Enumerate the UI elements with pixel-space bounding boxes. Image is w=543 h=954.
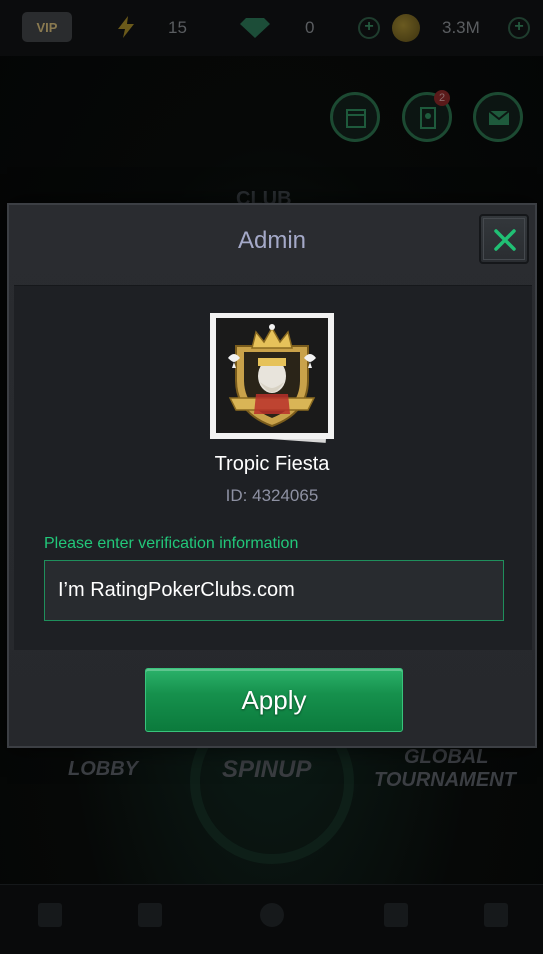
- close-button[interactable]: [479, 214, 529, 264]
- stats-nav-item[interactable]: [376, 897, 416, 937]
- bottom-nav: [0, 884, 543, 954]
- apply-button[interactable]: Apply: [145, 668, 403, 732]
- bag-icon: [138, 903, 162, 927]
- shop-cart-icon: [38, 903, 62, 927]
- ribbon-icon: [420, 107, 436, 129]
- mail-icon: [488, 110, 510, 125]
- bar-chart-icon: [384, 903, 408, 927]
- calendar-button[interactable]: [330, 92, 380, 142]
- avatar-art: [216, 318, 328, 433]
- global-label[interactable]: GLOBAL: [404, 746, 488, 768]
- add-coins-plus-icon[interactable]: +: [508, 17, 530, 39]
- vip-badge[interactable]: VIP: [22, 12, 72, 42]
- coin-icon: [392, 14, 420, 42]
- dialog-title: Admin: [237, 227, 307, 254]
- profile-nav-item[interactable]: [476, 897, 516, 937]
- lobby-label[interactable]: LOBBY: [68, 758, 138, 780]
- mail-button[interactable]: [473, 92, 523, 142]
- spinup-label[interactable]: SPINUP: [222, 756, 311, 784]
- avatar-card: [210, 313, 334, 439]
- close-button-frame: [483, 218, 525, 260]
- app-screen: VIP 15 0 + 3.3M + 2 CLUB LOBBY SPINUP GL…: [0, 0, 543, 954]
- notification-badge: 2: [434, 90, 450, 106]
- tournament-label[interactable]: TOURNAMENT: [374, 769, 516, 791]
- club-id: ID: 4324065: [225, 486, 319, 505]
- admin-dialog: Admin Tropic Fiesta ID: 4324065 Please e…: [7, 203, 537, 748]
- verification-input[interactable]: [44, 560, 504, 621]
- gem-icon: [240, 18, 270, 38]
- top-bar: VIP 15 0 + 3.3M +: [0, 0, 543, 56]
- shop-nav-item[interactable]: [30, 897, 70, 937]
- club-avatar: [206, 309, 335, 443]
- add-gems-plus-icon[interactable]: +: [358, 17, 380, 39]
- king-crest-icon: [228, 324, 316, 428]
- spade-icon: [260, 903, 284, 927]
- calendar-icon: [346, 109, 366, 128]
- club-name: Tropic Fiesta: [214, 453, 330, 475]
- energy-bolt-icon: [118, 16, 134, 38]
- person-icon: [484, 903, 508, 927]
- coin-count: 3.3M: [442, 18, 480, 37]
- bag-nav-item[interactable]: [130, 897, 170, 937]
- gem-count: 0: [305, 18, 315, 37]
- energy-count: 15: [168, 18, 187, 37]
- close-icon: [494, 229, 516, 251]
- home-nav-item[interactable]: [252, 897, 292, 937]
- verification-label: Please enter verification information: [44, 535, 299, 552]
